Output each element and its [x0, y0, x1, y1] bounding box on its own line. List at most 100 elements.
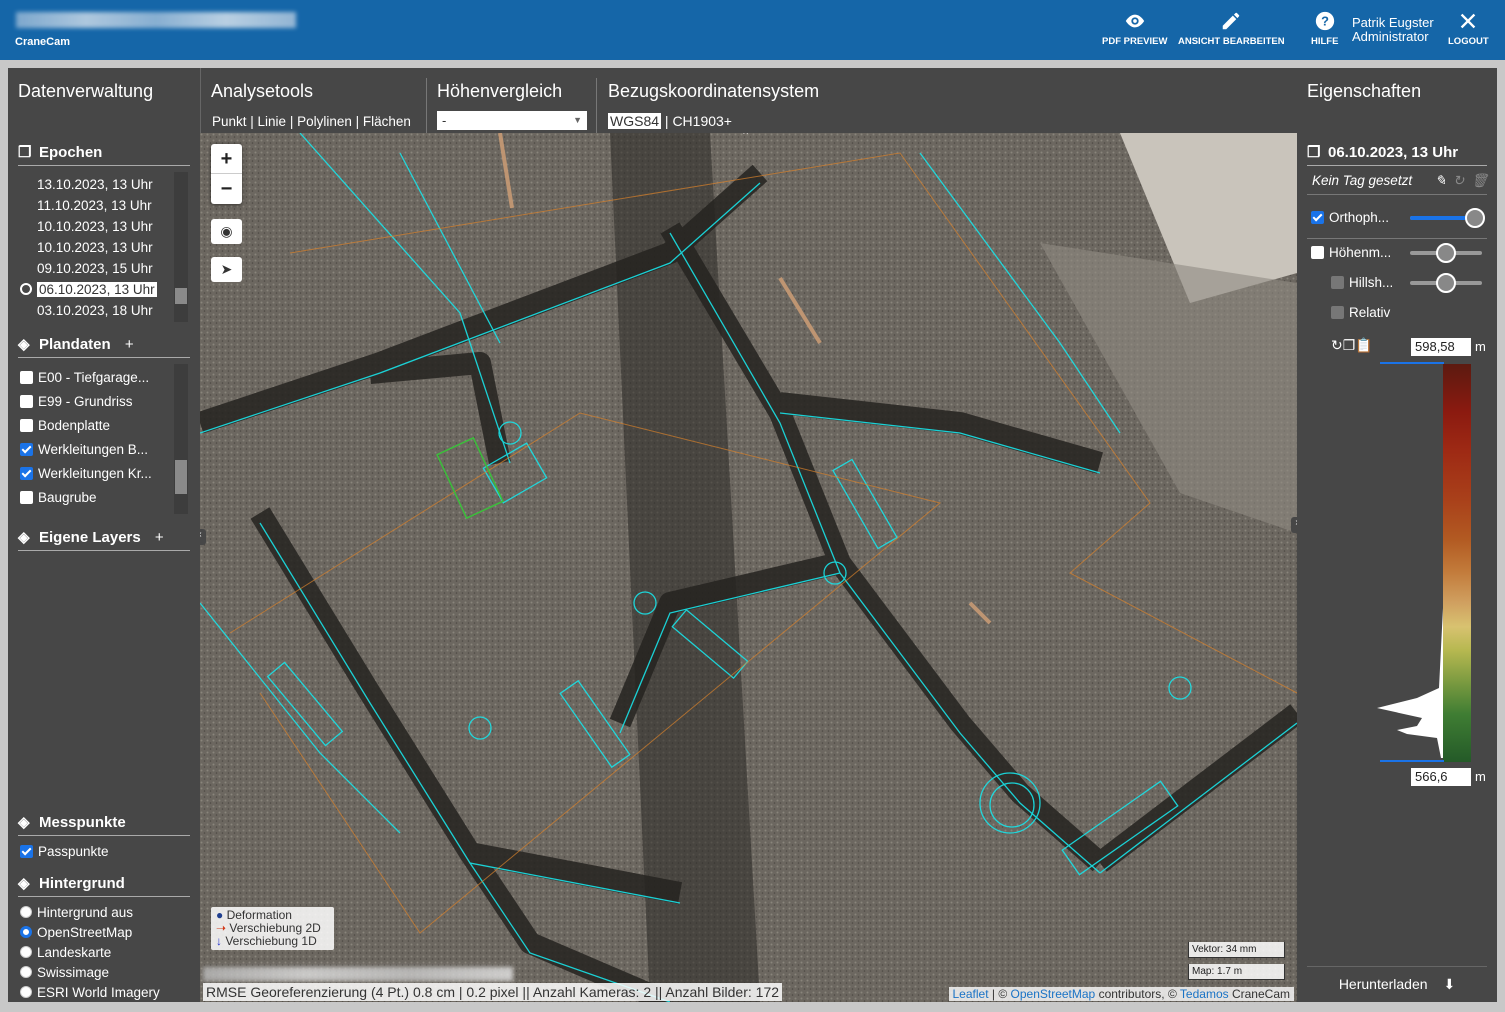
zoom-out-button[interactable]: − — [211, 174, 242, 204]
zoom-control: + − — [211, 144, 242, 204]
plan-item[interactable]: Bodenplatte — [20, 414, 152, 438]
plan-label: E00 - Tiefgarage... — [38, 370, 150, 385]
crs-title: Bezugskoordinatensystem — [608, 81, 820, 101]
background-option[interactable]: OpenStreetMap — [20, 923, 160, 943]
background-radio[interactable] — [20, 946, 32, 958]
edit-view-button[interactable]: ANSICHT BEARBEITEN — [1178, 10, 1285, 47]
plan-scrollbar[interactable] — [174, 364, 188, 514]
map-view[interactable]: + − ◉ ➤ ⌃ ‹ › ● Deformation ➝ Verschiebu… — [200, 133, 1297, 1002]
layer-relative[interactable]: Relativ — [1331, 305, 1390, 320]
refresh-icon[interactable]: ↻ — [1331, 337, 1343, 353]
refresh-icon[interactable]: ↻ — [1453, 173, 1464, 189]
layer-hillshade[interactable]: Hillsh... — [1331, 275, 1393, 290]
plans-section-header[interactable]: ◈ Plandaten + — [18, 335, 190, 358]
locate-button[interactable]: ◉ — [211, 219, 242, 244]
tag-label: Kein Tag gesetzt — [1312, 173, 1413, 188]
layer-checkbox[interactable] — [1311, 211, 1324, 224]
attrib-text: CraneCam — [1231, 987, 1290, 1001]
measure-checkbox[interactable] — [20, 845, 33, 858]
plan-checkbox[interactable] — [20, 443, 33, 456]
osm-link[interactable]: OpenStreetMap — [1011, 987, 1096, 1001]
clipboard-icon[interactable]: 📋 — [1355, 337, 1372, 353]
tool-point[interactable]: Punkt — [212, 114, 247, 129]
epoch-item-selected[interactable]: 06.10.2023, 13 Uhr — [20, 279, 157, 300]
download-button[interactable]: Herunterladen ⬇ — [1307, 966, 1487, 993]
max-marker[interactable] — [1380, 362, 1444, 364]
background-option-label: Swissimage — [37, 965, 110, 980]
layer-checkbox[interactable] — [1331, 276, 1344, 289]
epochs-section-header[interactable]: ❐ Epochen — [18, 143, 190, 166]
own-layers-section-header[interactable]: ◈ Eigene Layers + — [18, 528, 190, 551]
plan-item[interactable]: Baugrube — [20, 486, 152, 510]
epoch-item[interactable]: 10.10.2023, 13 Uhr — [20, 216, 157, 237]
crs-ch1903[interactable]: CH1903+ — [672, 113, 732, 129]
plan-checkbox[interactable] — [20, 467, 33, 480]
tedamos-link[interactable]: Tedamos — [1180, 987, 1229, 1001]
layers-icon: ◈ — [18, 529, 30, 546]
collapse-left-button[interactable]: ‹ — [200, 529, 206, 545]
scale-vector: Vektor: 34 mm — [1188, 942, 1285, 958]
background-radio[interactable] — [20, 986, 32, 998]
help-button[interactable]: ? HILFE — [1311, 10, 1338, 47]
plan-item[interactable]: Werkleitungen B... — [20, 438, 152, 462]
plan-checkbox[interactable] — [20, 371, 33, 384]
background-list: Hintergrund aus OpenStreetMap Landeskart… — [20, 903, 160, 1003]
epoch-item[interactable]: 11.10.2023, 13 Uhr — [20, 195, 157, 216]
background-option[interactable]: Landeskarte — [20, 943, 160, 963]
pencil-icon[interactable]: ✎ — [1435, 173, 1446, 189]
plan-checkbox[interactable] — [20, 419, 33, 432]
background-option[interactable]: ESRI World Imagery — [20, 983, 160, 1003]
max-value-input[interactable]: 598,58 — [1411, 338, 1471, 356]
epoch-item[interactable]: 13.10.2023, 13 Uhr — [20, 174, 157, 195]
min-value-input[interactable]: 566,6 — [1411, 768, 1471, 786]
tool-polyline[interactable]: Polylinen — [297, 114, 352, 129]
select-value: - — [442, 113, 447, 128]
measure-item[interactable]: Passpunkte — [20, 841, 109, 862]
background-option[interactable]: Swissimage — [20, 963, 160, 983]
background-option[interactable]: Hintergrund aus — [20, 903, 160, 923]
background-radio[interactable] — [20, 966, 32, 978]
pencil-icon — [1223, 12, 1240, 30]
epoch-item[interactable]: 10.10.2023, 13 Uhr — [20, 237, 157, 258]
height-opacity-slider[interactable] — [1410, 243, 1482, 263]
layer-ortho[interactable]: Orthoph... — [1311, 210, 1389, 225]
pdf-preview-button[interactable]: PDF PREVIEW — [1102, 10, 1167, 47]
crs-wgs84[interactable]: WGS84 — [608, 113, 662, 129]
hillshade-opacity-slider[interactable] — [1410, 273, 1482, 293]
add-layer-button[interactable]: + — [155, 529, 164, 546]
height-compare-select[interactable]: - ▼ — [437, 111, 587, 130]
layer-height[interactable]: Höhenm... — [1311, 245, 1391, 260]
help-label: HILFE — [1311, 36, 1339, 47]
zoom-in-button[interactable]: + — [211, 144, 242, 174]
selected-epoch-radio[interactable] — [20, 283, 32, 295]
background-label: Hintergrund — [39, 875, 125, 892]
tool-area[interactable]: Flächen — [363, 114, 411, 129]
plan-item[interactable]: E00 - Tiefgarage... — [20, 366, 152, 390]
trash-icon[interactable]: 🗑 — [1471, 173, 1488, 189]
chevron-up-icon[interactable]: ⌃ — [741, 133, 750, 142]
measure-section-header[interactable]: ◈ Messpunkte — [18, 813, 190, 836]
epoch-item[interactable]: 03.10.2023, 18 Uhr — [20, 300, 157, 321]
add-plan-button[interactable]: + — [125, 336, 134, 353]
background-radio[interactable] — [20, 926, 32, 938]
tool-line[interactable]: Linie — [258, 114, 287, 129]
plan-checkbox[interactable] — [20, 395, 33, 408]
leaflet-link[interactable]: Leaflet — [953, 987, 989, 1001]
plan-item[interactable]: Werkleitungen Kr... — [20, 462, 152, 486]
logout-button[interactable]: LOGOUT — [1448, 10, 1489, 47]
scroll-thumb[interactable] — [175, 460, 187, 494]
user-info[interactable]: Patrik Eugster Administrator — [1352, 16, 1434, 44]
background-section-header[interactable]: ◈ Hintergrund — [18, 874, 190, 897]
scroll-thumb[interactable] — [175, 288, 187, 304]
epoch-item[interactable]: 09.10.2023, 15 Uhr — [20, 258, 157, 279]
epoch-scrollbar[interactable] — [174, 172, 188, 322]
layer-checkbox[interactable] — [1331, 306, 1344, 319]
navigate-button[interactable]: ➤ — [211, 257, 242, 282]
plan-item[interactable]: E99 - Grundriss — [20, 390, 152, 414]
layer-checkbox[interactable] — [1311, 246, 1324, 259]
copy-icon[interactable]: ❐ — [1343, 337, 1356, 353]
min-marker[interactable] — [1380, 760, 1444, 762]
ortho-opacity-slider[interactable] — [1410, 208, 1485, 228]
background-radio[interactable] — [20, 906, 32, 918]
plan-checkbox[interactable] — [20, 491, 33, 504]
